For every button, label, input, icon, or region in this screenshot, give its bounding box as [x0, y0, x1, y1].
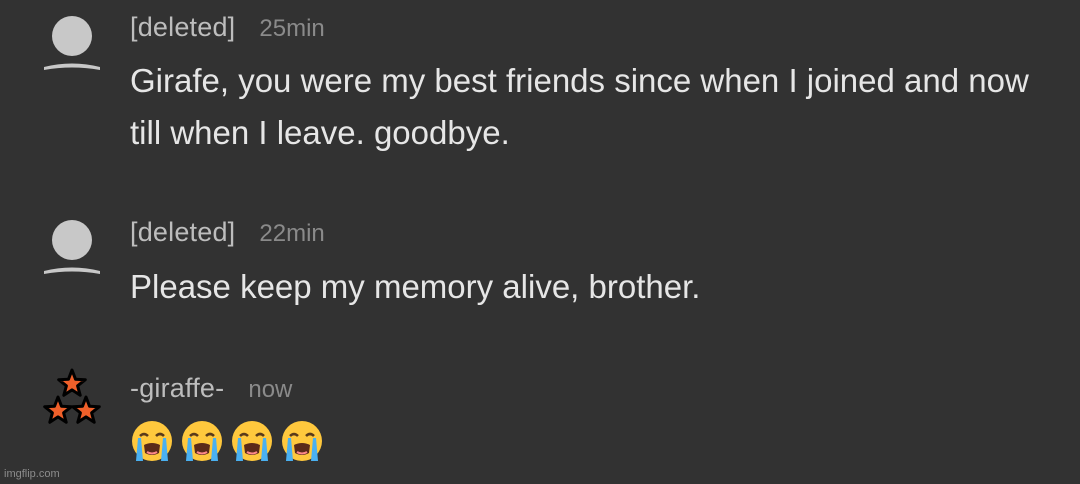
comment-username[interactable]: -giraffe- [130, 373, 224, 403]
three-stars-avatar-icon[interactable] [40, 366, 104, 430]
comment-timestamp: 25min [259, 15, 325, 42]
default-user-avatar-icon[interactable] [40, 14, 104, 78]
loudly-crying-face-icon [182, 421, 222, 461]
loudly-crying-face-icon [132, 421, 172, 461]
comment-username[interactable]: [deleted] [130, 12, 235, 42]
default-user-avatar-icon[interactable] [40, 218, 104, 282]
loudly-crying-face-icon [232, 421, 272, 461]
comment-timestamp: now [248, 376, 293, 403]
comment-username[interactable]: [deleted] [130, 217, 235, 247]
loudly-crying-face-icon [282, 421, 322, 461]
emoji-row [130, 419, 324, 463]
comment-timestamp: 22min [259, 220, 325, 247]
watermark: imgflip.com [4, 468, 60, 480]
comment-text: Please keep my memory alive, brother. [130, 268, 701, 305]
comment-text: Girafe, you were my best friends since w… [130, 62, 1029, 151]
